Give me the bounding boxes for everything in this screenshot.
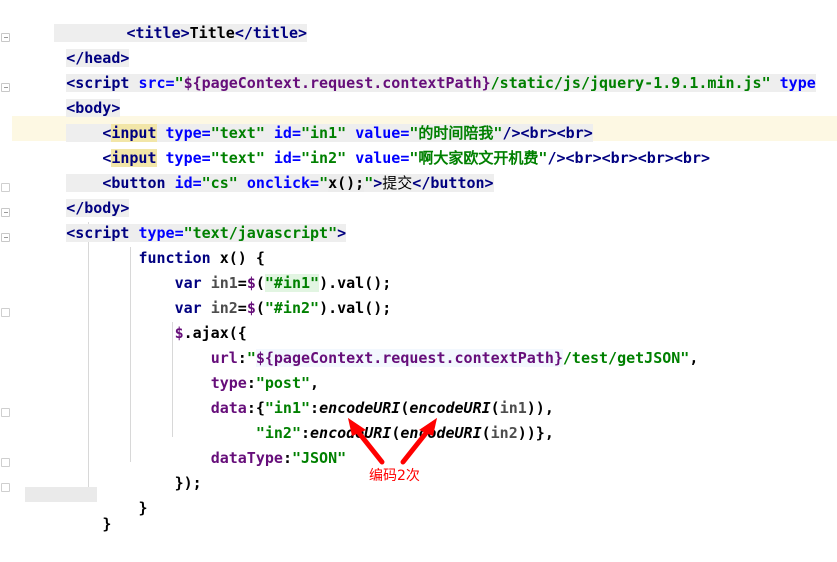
line21-close-brace: } bbox=[102, 515, 112, 533]
line17-arg-in2: in2 bbox=[490, 424, 518, 442]
line6-tail: /><br><br><br><br> bbox=[547, 149, 711, 167]
line3-attr-type: type bbox=[779, 74, 816, 92]
line17-rest: ))}, bbox=[517, 424, 554, 442]
line3-quote: " bbox=[174, 74, 184, 92]
line18-colon: : bbox=[282, 449, 292, 467]
line7-onclick-js: x(); bbox=[328, 174, 365, 192]
code-line-18[interactable]: dataType:"JSON" bbox=[12, 421, 346, 467]
code-line-21[interactable]: } bbox=[12, 487, 111, 533]
code-line-14[interactable]: url:"${pageContext.request.contextPath}/… bbox=[12, 321, 698, 367]
code-line-11[interactable]: var in1=$("#in1").val(); bbox=[12, 246, 391, 292]
code-line-9[interactable]: <script type="text/javascript"> bbox=[12, 196, 347, 242]
line19-close-ajax: }); bbox=[174, 474, 202, 492]
code-line-8[interactable]: </body> bbox=[12, 171, 130, 217]
line1-close-tag: </title> bbox=[234, 24, 308, 42]
code-content[interactable]: <title>Title</title> </head> <script src… bbox=[0, 0, 837, 533]
line12-selector: "#in2" bbox=[264, 299, 320, 317]
line18-value-json: "JSON" bbox=[291, 449, 347, 467]
line12-jquery-dollar: $ bbox=[246, 299, 256, 317]
line14-url-path: /test/getJSON" bbox=[562, 349, 690, 367]
line17-encodeuri-inner: encodeURI bbox=[400, 424, 482, 442]
code-line-5[interactable]: <input type="text" id="in1" value="的时间陪我… bbox=[12, 96, 593, 142]
code-line-4[interactable]: <body> bbox=[12, 71, 121, 117]
line7-id-value: "cs" bbox=[201, 174, 238, 192]
code-line-13[interactable]: $.ajax({ bbox=[12, 296, 247, 342]
line17-lparen: ( bbox=[391, 424, 401, 442]
line1-gt: > bbox=[180, 24, 190, 42]
line7-attr-onclick: onclick bbox=[246, 174, 311, 192]
code-line-7[interactable]: <button id="cs" onclick="x();">提交</butto… bbox=[12, 146, 494, 192]
code-line-6[interactable]: <input type="text" id="in2" value="啊大家欧文… bbox=[12, 121, 710, 167]
line1-title-name: title bbox=[135, 24, 181, 42]
line12-lparen: ( bbox=[255, 299, 265, 317]
line3-el-expression: ${pageContext.request.contextPath} bbox=[183, 74, 491, 92]
line3-script-path: /static/js/jquery-1.9.1.min.js" bbox=[490, 74, 771, 92]
code-line-1[interactable]: <title>Title</title> bbox=[0, 0, 308, 42]
line7-attr-id: id bbox=[174, 174, 193, 192]
line14-comma: , bbox=[689, 349, 699, 367]
line7-button-label: 提交 bbox=[382, 174, 413, 192]
line3-eq: = bbox=[165, 74, 175, 92]
line7-q1: " bbox=[319, 174, 329, 192]
code-line-10[interactable]: function x() { bbox=[12, 221, 264, 267]
line7-close-tag: </button> bbox=[412, 174, 494, 192]
line3-attr-src: src bbox=[138, 74, 166, 92]
code-line-16[interactable]: data:{"in1":encodeURI(encodeURI(in1)), bbox=[12, 371, 554, 417]
line1-title-text: Title bbox=[189, 24, 235, 42]
line9-gt: > bbox=[337, 224, 347, 242]
code-line-19[interactable]: }); bbox=[12, 446, 202, 492]
line7-q2: " bbox=[364, 174, 374, 192]
code-line-17[interactable]: "in2":encodeURI(encodeURI(in2))}, bbox=[12, 396, 554, 442]
line18-key-datatype: dataType bbox=[210, 449, 283, 467]
code-editor[interactable]: <title>Title</title> </head> <script src… bbox=[0, 0, 837, 533]
code-line-3[interactable]: <script src="${pageContext.request.conte… bbox=[12, 46, 816, 92]
line17-lparen2: ( bbox=[481, 424, 491, 442]
line12-rest: ).val(); bbox=[319, 299, 392, 317]
code-line-2[interactable]: </head> bbox=[12, 21, 130, 67]
line7-gt: > bbox=[373, 174, 383, 192]
code-line-15[interactable]: type:"post", bbox=[12, 346, 319, 392]
code-line-12[interactable]: var in2=$("#in2").val(); bbox=[12, 271, 392, 317]
